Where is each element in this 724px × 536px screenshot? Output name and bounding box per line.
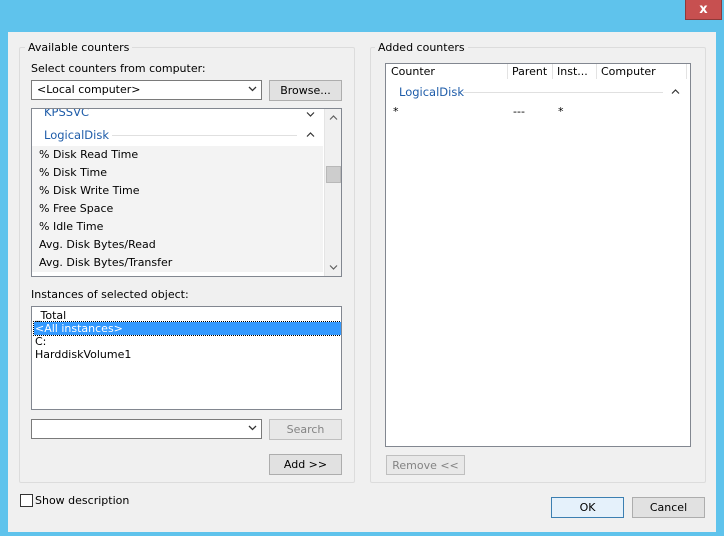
counter-item[interactable]: % Disk Read Time — [32, 146, 323, 164]
added-row-counter[interactable]: * — [393, 105, 399, 118]
group-divider — [112, 135, 297, 136]
close-button[interactable]: x — [685, 0, 722, 20]
counter-item[interactable]: Avg. Disk Bytes/Transfer — [32, 254, 323, 272]
close-icon: x — [699, 2, 708, 17]
counter-item[interactable]: % Disk Time — [32, 164, 323, 182]
added-counters-list[interactable]: Counter Parent Inst... Computer LogicalD… — [385, 63, 691, 447]
object-header-partial[interactable]: KPSSVC — [44, 109, 89, 119]
add-button[interactable]: Add >> — [269, 454, 342, 475]
column-header-computer[interactable]: Computer — [597, 64, 687, 79]
window-frame-left — [0, 32, 8, 536]
scroll-thumb[interactable] — [326, 166, 341, 183]
ok-button[interactable]: OK — [551, 497, 624, 518]
scroll-up-button[interactable] — [325, 109, 341, 126]
column-header-parent[interactable]: Parent — [508, 64, 553, 79]
search-combo[interactable] — [31, 419, 262, 439]
column-header-instance[interactable]: Inst... — [553, 64, 597, 79]
counter-list[interactable]: KPSSVC LogicalDisk % Disk Read Time % Di… — [31, 108, 342, 277]
computer-label: Select counters from computer: — [31, 62, 206, 75]
title-bar[interactable] — [0, 0, 724, 32]
collapse-icon[interactable] — [671, 88, 680, 95]
chevron-up-icon[interactable] — [306, 131, 315, 138]
search-button[interactable]: Search — [269, 419, 342, 440]
window-frame-bottom — [0, 532, 724, 536]
instances-list[interactable]: _Total <All instances> C: HarddiskVolume… — [31, 306, 342, 410]
instance-item[interactable]: HarddiskVolume1 — [34, 348, 131, 361]
instances-label: Instances of selected object: — [31, 288, 189, 301]
computer-select[interactable]: <Local computer> — [31, 80, 262, 100]
instance-item[interactable]: C: — [34, 335, 46, 348]
added-row-parent[interactable]: --- — [513, 105, 525, 118]
added-group-header[interactable]: LogicalDisk — [399, 85, 464, 99]
window-frame-right — [716, 32, 724, 536]
counter-item[interactable]: % Free Space — [32, 200, 323, 218]
computer-select-value: <Local computer> — [37, 83, 141, 96]
chevron-up-icon — [329, 115, 337, 120]
group-divider — [463, 92, 663, 93]
object-header-logicaldisk[interactable]: LogicalDisk — [44, 128, 109, 142]
show-description-checkbox[interactable] — [20, 494, 33, 507]
counter-list-scrollbar[interactable] — [324, 109, 341, 276]
available-counters-legend: Available counters — [25, 41, 133, 54]
counter-item[interactable]: % Idle Time — [32, 218, 323, 236]
chevron-down-icon — [248, 425, 257, 431]
instance-item[interactable]: _Total — [34, 309, 66, 322]
show-description-label[interactable]: Show description — [35, 494, 129, 507]
scroll-down-button[interactable] — [325, 259, 341, 276]
added-row-instance[interactable]: * — [558, 105, 564, 118]
browse-button[interactable]: Browse... — [269, 80, 342, 101]
chevron-down-icon — [329, 265, 337, 270]
instance-item-selected[interactable]: <All instances> — [33, 321, 341, 336]
chevron-down-icon — [248, 86, 257, 92]
counter-item[interactable]: Avg. Disk Bytes/Read — [32, 236, 323, 254]
counter-item[interactable]: % Disk Write Time — [32, 182, 323, 200]
cancel-button[interactable]: Cancel — [632, 497, 705, 518]
chevron-down-icon[interactable] — [306, 111, 315, 118]
column-header-counter[interactable]: Counter — [387, 64, 508, 79]
added-counters-legend: Added counters — [375, 41, 468, 54]
remove-button[interactable]: Remove << — [386, 455, 465, 475]
